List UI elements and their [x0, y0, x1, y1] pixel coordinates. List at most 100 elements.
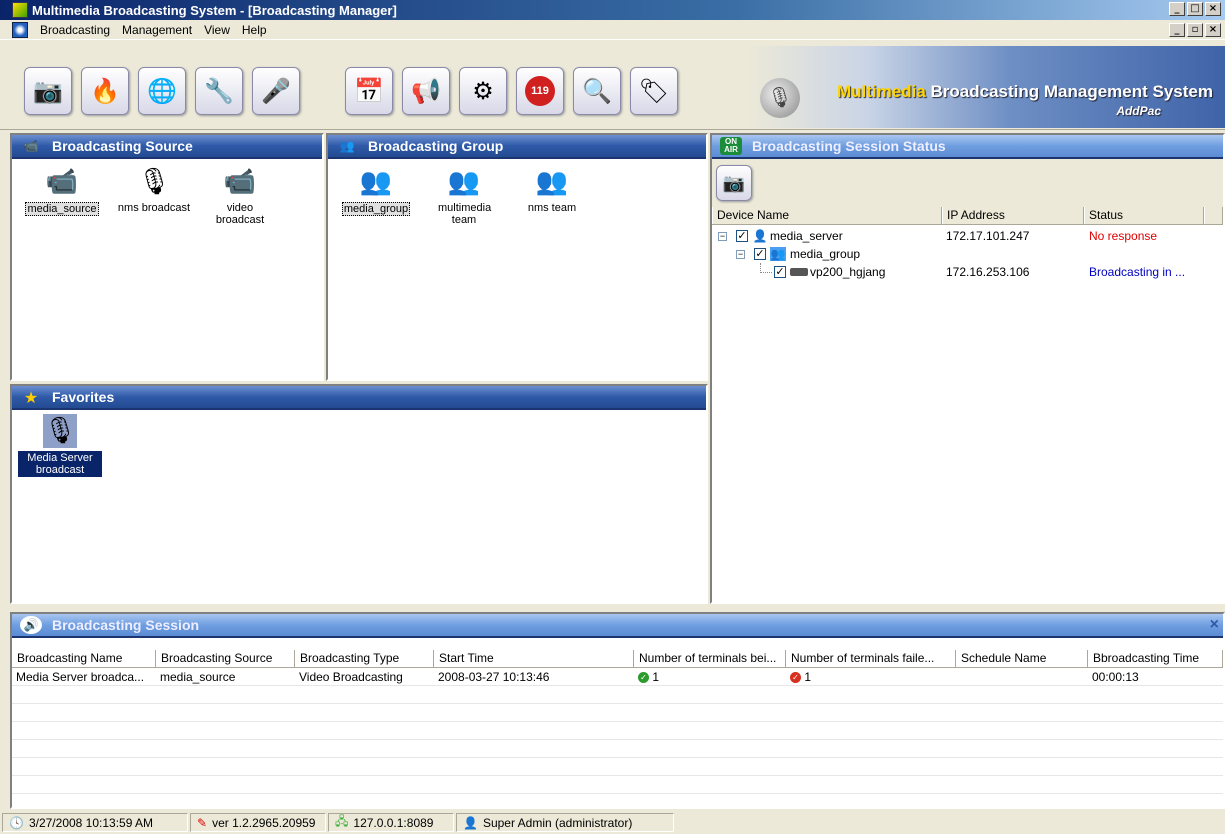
session-grid-header: Broadcasting Name Broadcasting Source Br… — [12, 650, 1223, 668]
broadcasting-source-header: 📹 Broadcasting Source — [12, 135, 322, 159]
tools-icon[interactable]: 🔧 — [195, 67, 243, 115]
favorites-panel: ★ Favorites 🎙 Media Server broadcast — [10, 384, 708, 604]
group-item-multimedia-team[interactable]: 👥 multimedia team — [420, 165, 508, 226]
close-icon[interactable]: × — [1210, 616, 1219, 634]
device-icon — [790, 268, 808, 276]
menu-help[interactable]: Help — [236, 21, 273, 39]
close-button[interactable]: × — [1205, 2, 1221, 16]
status-datetime: 🕓 3/27/2008 10:13:59 AM — [2, 813, 188, 832]
column-terminals-failed[interactable]: Number of terminals faile... — [786, 650, 956, 667]
brand-subtitle: AddPac — [1116, 104, 1161, 118]
column-broadcasting-name[interactable]: Broadcasting Name — [12, 650, 156, 667]
group-icon: 👥 — [535, 167, 569, 197]
source-item-media-source[interactable]: 📹 media_source — [16, 165, 108, 226]
menu-broadcasting[interactable]: Broadcasting — [34, 21, 116, 39]
column-ip-address[interactable]: IP Address — [942, 207, 1084, 224]
terminals-failed-cell: ✓ 1 — [786, 668, 956, 685]
microphone-person-icon: 🎙 — [43, 414, 77, 448]
app-icon — [12, 2, 28, 18]
source-item-video-broadcast[interactable]: 📹 video broadcast — [200, 165, 280, 226]
media-server-icon[interactable]: 📷 — [24, 67, 72, 115]
broadcasting-session-header: 🔊 Broadcasting Session × — [12, 614, 1223, 638]
menu-bar: Broadcasting Management View Help _ ▫ × — [0, 20, 1225, 40]
checkbox[interactable]: ✓ — [736, 230, 748, 242]
session-status-panel: ON AIR Broadcasting Session Status 📷 Dev… — [710, 133, 1225, 604]
favorite-item-media-server[interactable]: 🎙 Media Server broadcast — [16, 414, 104, 477]
network-broadcast-icon[interactable]: 🌐 — [138, 67, 186, 115]
column-device-name[interactable]: Device Name — [712, 207, 942, 224]
camera-header-icon: 📹 — [23, 139, 39, 153]
document-icon[interactable] — [12, 21, 28, 38]
microphone-logo-icon: 🎙 — [760, 78, 800, 118]
group-item-media-group[interactable]: 👥 media_group — [332, 165, 420, 226]
emergency-119-icon[interactable]: 119 — [516, 67, 564, 115]
ok-icon: ✓ — [638, 672, 649, 684]
star-icon: ★ — [23, 387, 39, 407]
mdi-close-button[interactable]: × — [1205, 23, 1221, 37]
status-tree: − ✓ 👤 media_server 172.17.101.247 No res… — [712, 225, 1223, 281]
tag-icon[interactable]: 🏷 — [630, 67, 678, 115]
calendar-icon[interactable]: 📅 — [345, 67, 393, 115]
column-broadcasting-type[interactable]: Broadcasting Type — [295, 650, 434, 667]
tree-row-media-server[interactable]: − ✓ 👤 media_server 172.17.101.247 No res… — [712, 227, 1223, 245]
status-list-header: Device Name IP Address Status — [712, 207, 1223, 225]
checkbox[interactable]: ✓ — [754, 248, 766, 260]
tree-row-media-group[interactable]: − ✓ 👥 media_group — [712, 245, 1223, 263]
mdi-restore-button[interactable]: ▫ — [1187, 23, 1203, 37]
empty-row — [12, 686, 1223, 704]
minimize-button[interactable]: _ — [1169, 2, 1185, 16]
column-start-time[interactable]: Start Time — [434, 650, 634, 667]
favorites-header: ★ Favorites — [12, 386, 706, 410]
toolbar: 📷 🔥 🌐 🔧 🎤 📅 📢 ⚙ 119 🔍 🏷 🎙 Multimedia Bro… — [0, 40, 1225, 130]
empty-row — [12, 776, 1223, 794]
collapse-toggle[interactable]: − — [718, 232, 727, 241]
group-icon: 👥 — [447, 167, 481, 197]
search-document-icon[interactable]: 🔍 — [573, 67, 621, 115]
brand-title: Multimedia Broadcasting Management Syste… — [837, 82, 1213, 101]
stop-session-icon[interactable]: 📷 — [716, 165, 752, 201]
brand-banner: 🎙 Multimedia Broadcasting Management Sys… — [748, 46, 1225, 128]
network-icon: 🖧 — [335, 814, 349, 828]
status-address: 🖧 127.0.0.1:8089 — [328, 813, 454, 832]
mdi-minimize-button[interactable]: _ — [1169, 23, 1185, 37]
menu-view[interactable]: View — [198, 21, 236, 39]
checkbox[interactable]: ✓ — [774, 266, 786, 278]
microphone-person-icon: 🎙 — [137, 167, 171, 197]
empty-row — [12, 740, 1223, 758]
title-bar: Multimedia Broadcasting System - [Broadc… — [0, 0, 1225, 20]
session-row[interactable]: Media Server broadca... media_source Vid… — [12, 668, 1223, 686]
column-status[interactable]: Status — [1084, 207, 1204, 224]
terminals-ok-cell: ✓ 1 — [634, 668, 786, 685]
group-icon: 👥 — [359, 167, 393, 197]
empty-row — [12, 722, 1223, 740]
broadcasting-source-panel: 📹 Broadcasting Source 📹 media_source 🎙 n… — [10, 133, 324, 381]
status-version: ✎ ver 1.2.2965.20959 — [190, 813, 326, 832]
status-user: 👤 Super Admin (administrator) — [456, 813, 674, 832]
window-title: Multimedia Broadcasting System - [Broadc… — [32, 2, 397, 18]
broadcasting-group-panel: 👥 Broadcasting Group 👥 media_group 👥 mul… — [326, 133, 708, 381]
admin-icon: 👤 — [463, 815, 478, 830]
source-item-nms-broadcast[interactable]: 🎙 nms broadcast — [108, 165, 200, 226]
schedule-icon[interactable]: 🎤 — [252, 67, 300, 115]
menu-management[interactable]: Management — [116, 21, 198, 39]
speaker-icon: 🔊 — [20, 616, 42, 634]
maximize-button[interactable]: □ — [1187, 2, 1203, 16]
collapse-toggle[interactable]: − — [736, 250, 745, 259]
group-header-icon: 👥 — [339, 139, 355, 153]
column-schedule-name[interactable]: Schedule Name — [956, 650, 1088, 667]
group-item-nms-team[interactable]: 👥 nms team — [508, 165, 596, 226]
session-status-header: ON AIR Broadcasting Session Status — [712, 135, 1223, 159]
on-air-icon: ON AIR — [720, 137, 742, 155]
column-broadcasting-source[interactable]: Broadcasting Source — [156, 650, 295, 667]
tree-line — [760, 263, 772, 273]
empty-row — [12, 758, 1223, 776]
emergency-group-icon[interactable]: 🔥 — [81, 67, 129, 115]
camera-signal-icon: 📹 — [45, 167, 79, 197]
column-terminals-ok[interactable]: Number of terminals bei... — [634, 650, 786, 667]
column-broadcasting-time[interactable]: Bbroadcasting Time — [1088, 650, 1223, 667]
announcer-icon[interactable]: 📢 — [402, 67, 450, 115]
fail-icon: ✓ — [790, 672, 801, 684]
broadcasting-session-panel: 🔊 Broadcasting Session × Broadcasting Na… — [10, 612, 1225, 809]
tree-row-vp200[interactable]: ✓ vp200_hgjang 172.16.253.106 Broadcasti… — [712, 263, 1223, 281]
settings-user-icon[interactable]: ⚙ — [459, 67, 507, 115]
